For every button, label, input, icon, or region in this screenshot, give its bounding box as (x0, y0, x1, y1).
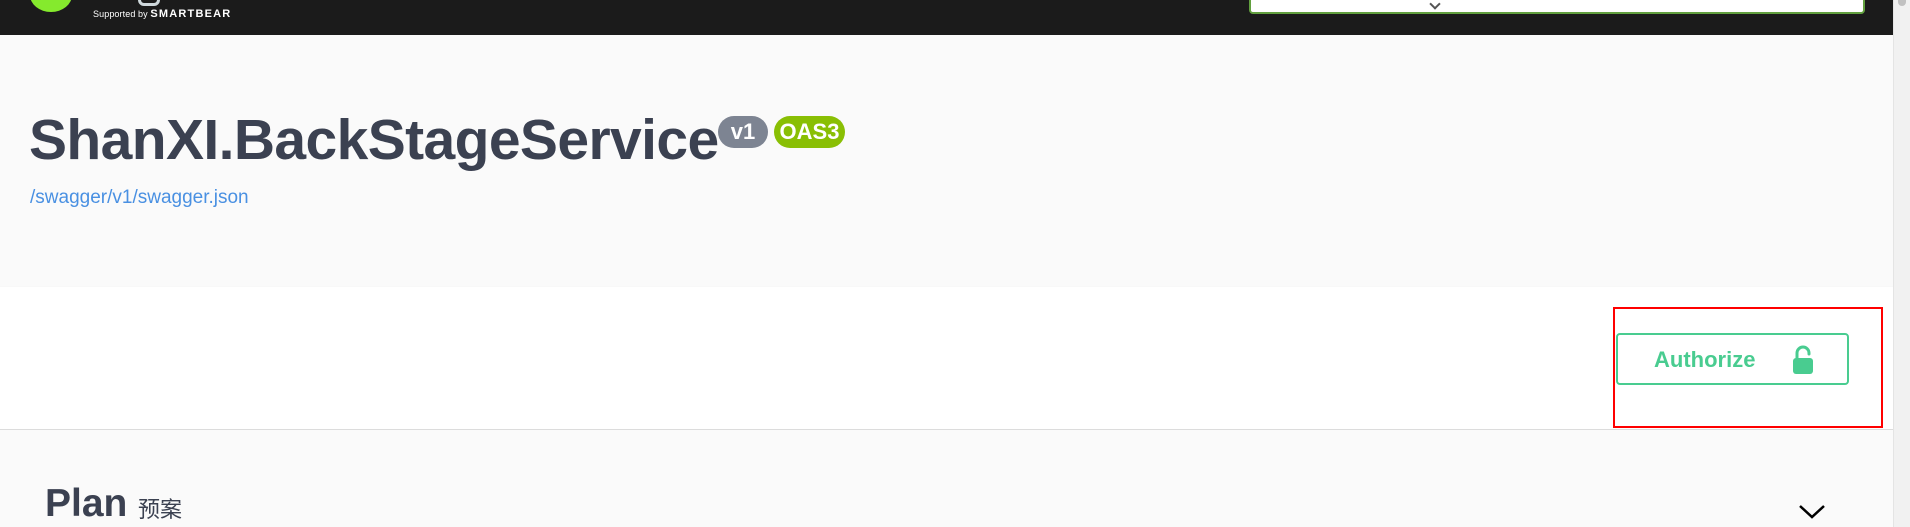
info-section: ShanXI.BackStageService v1 OAS3 /swagger… (0, 35, 1894, 287)
smartbear-brand: SMARTBEAR (150, 8, 232, 20)
spec-json-link[interactable]: /swagger/v1/swagger.json (30, 187, 249, 209)
chevron-down-icon[interactable] (1797, 502, 1827, 522)
top-bar: Supported by SMARTBEAR (0, 0, 1894, 35)
tag-description: 预案 (138, 497, 183, 522)
scrollbar-thumb[interactable] (1898, 0, 1906, 6)
supported-by-text: Supported by SMARTBEAR (93, 8, 231, 20)
swagger-ui-page: Supported by SMARTBEAR ShanXI.BackStageS… (0, 0, 1910, 527)
authorize-button[interactable]: Authorize (1616, 333, 1849, 385)
vertical-scrollbar[interactable] (1893, 0, 1910, 527)
spec-selector-input[interactable] (1249, 0, 1865, 14)
swagger-logo-icon (30, 0, 72, 12)
chevron-down-icon (1429, 0, 1441, 10)
oas-version-badge: OAS3 (774, 116, 845, 148)
version-badge: v1 (718, 116, 768, 148)
supported-by-label: Supported by (93, 9, 148, 19)
tag-name: Plan (45, 482, 128, 525)
tag-section-plan[interactable]: Plan 预案 (0, 430, 1894, 527)
scheme-container (0, 287, 1894, 430)
authorize-label: Authorize (1654, 347, 1756, 372)
swagger-wordmark (124, 0, 184, 6)
unlocked-padlock-icon (1793, 345, 1813, 374)
api-title: ShanXI.BackStageService (29, 108, 719, 172)
